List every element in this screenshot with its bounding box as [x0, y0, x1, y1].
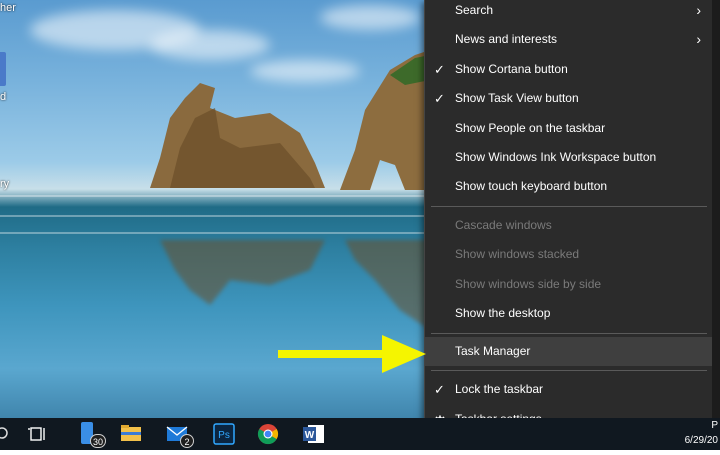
- photoshop-icon-label: Ps: [218, 430, 230, 441]
- menu-item-lock-the-taskbar[interactable]: ✓ Lock the taskbar: [425, 375, 713, 404]
- menu-item-show-windows-side-by-side: Show windows side by side: [455, 277, 602, 291]
- checkmark-icon: ✓: [434, 62, 445, 77]
- desktop-label-fragment: her: [0, 2, 16, 14]
- word-icon[interactable]: W: [296, 418, 332, 450]
- desktop-label-fragment: d: [0, 91, 7, 103]
- cloud-decoration: [150, 30, 270, 60]
- wave-line: [0, 215, 430, 217]
- desktop-label-fragment: ry: [0, 178, 10, 190]
- cloud-decoration: [320, 5, 420, 30]
- checkmark-icon: ✓: [434, 382, 445, 397]
- taskbar-context-menu: Search › News and interests › ✓ Show Cor…: [424, 0, 713, 434]
- search-fragment-icon[interactable]: [0, 418, 18, 450]
- menu-item-show-cortana-button[interactable]: ✓ Show Cortana button: [425, 55, 713, 84]
- menu-item-show-task-view-button[interactable]: ✓ Show Task View button: [425, 84, 713, 113]
- clock-date-fragment: 6/29/20: [684, 435, 718, 446]
- menu-item-cascade-windows: Cascade windows: [455, 218, 552, 232]
- taskbar-clock[interactable]: P 6/29/20: [680, 418, 720, 450]
- chevron-right-icon: ›: [696, 2, 701, 18]
- task-view-icon[interactable]: [20, 418, 56, 450]
- rock-formation-right: [340, 50, 430, 190]
- notification-badge: 2: [180, 434, 194, 448]
- mail-icon[interactable]: 2: [161, 418, 197, 450]
- chevron-right-icon: ›: [696, 31, 701, 47]
- clock-time-fragment: P: [711, 420, 718, 431]
- taskbar: 30 2 Ps W: [0, 418, 720, 450]
- chrome-icon[interactable]: [250, 418, 286, 450]
- file-explorer-icon[interactable]: [113, 418, 149, 450]
- wave-line: [0, 232, 430, 234]
- notification-badge: 30: [89, 434, 106, 448]
- wave-line: [0, 195, 430, 197]
- photoshop-icon[interactable]: Ps: [206, 418, 242, 450]
- menu-separator: [431, 333, 707, 334]
- checkmark-icon: ✓: [434, 91, 445, 106]
- word-icon-label: W: [305, 430, 315, 441]
- rock-formation-left: [150, 83, 325, 188]
- phone-app-icon[interactable]: 30: [73, 418, 109, 450]
- menu-item-show-windows-stacked: Show windows stacked: [455, 247, 580, 261]
- menu-item-show-windows-ink[interactable]: Show Windows Ink Workspace button: [425, 143, 713, 172]
- menu-item-show-touch-keyboard[interactable]: Show touch keyboard button: [425, 172, 713, 201]
- rock-reflection: [160, 240, 325, 305]
- rock-reflection: [345, 240, 430, 330]
- menu-item-show-people[interactable]: Show People on the taskbar: [425, 114, 713, 143]
- menu-item-task-manager[interactable]: Task Manager: [425, 337, 713, 366]
- menu-item-search[interactable]: Search ›: [425, 0, 713, 25]
- scrollbar[interactable]: [712, 0, 720, 420]
- menu-separator: [431, 206, 707, 207]
- menu-separator: [431, 370, 707, 371]
- menu-item-news-and-interests[interactable]: News and interests ›: [425, 25, 713, 54]
- annotation-arrow-icon: [278, 335, 426, 373]
- menu-item-show-the-desktop[interactable]: Show the desktop: [425, 299, 713, 328]
- desktop-icon-fragment[interactable]: [0, 52, 6, 86]
